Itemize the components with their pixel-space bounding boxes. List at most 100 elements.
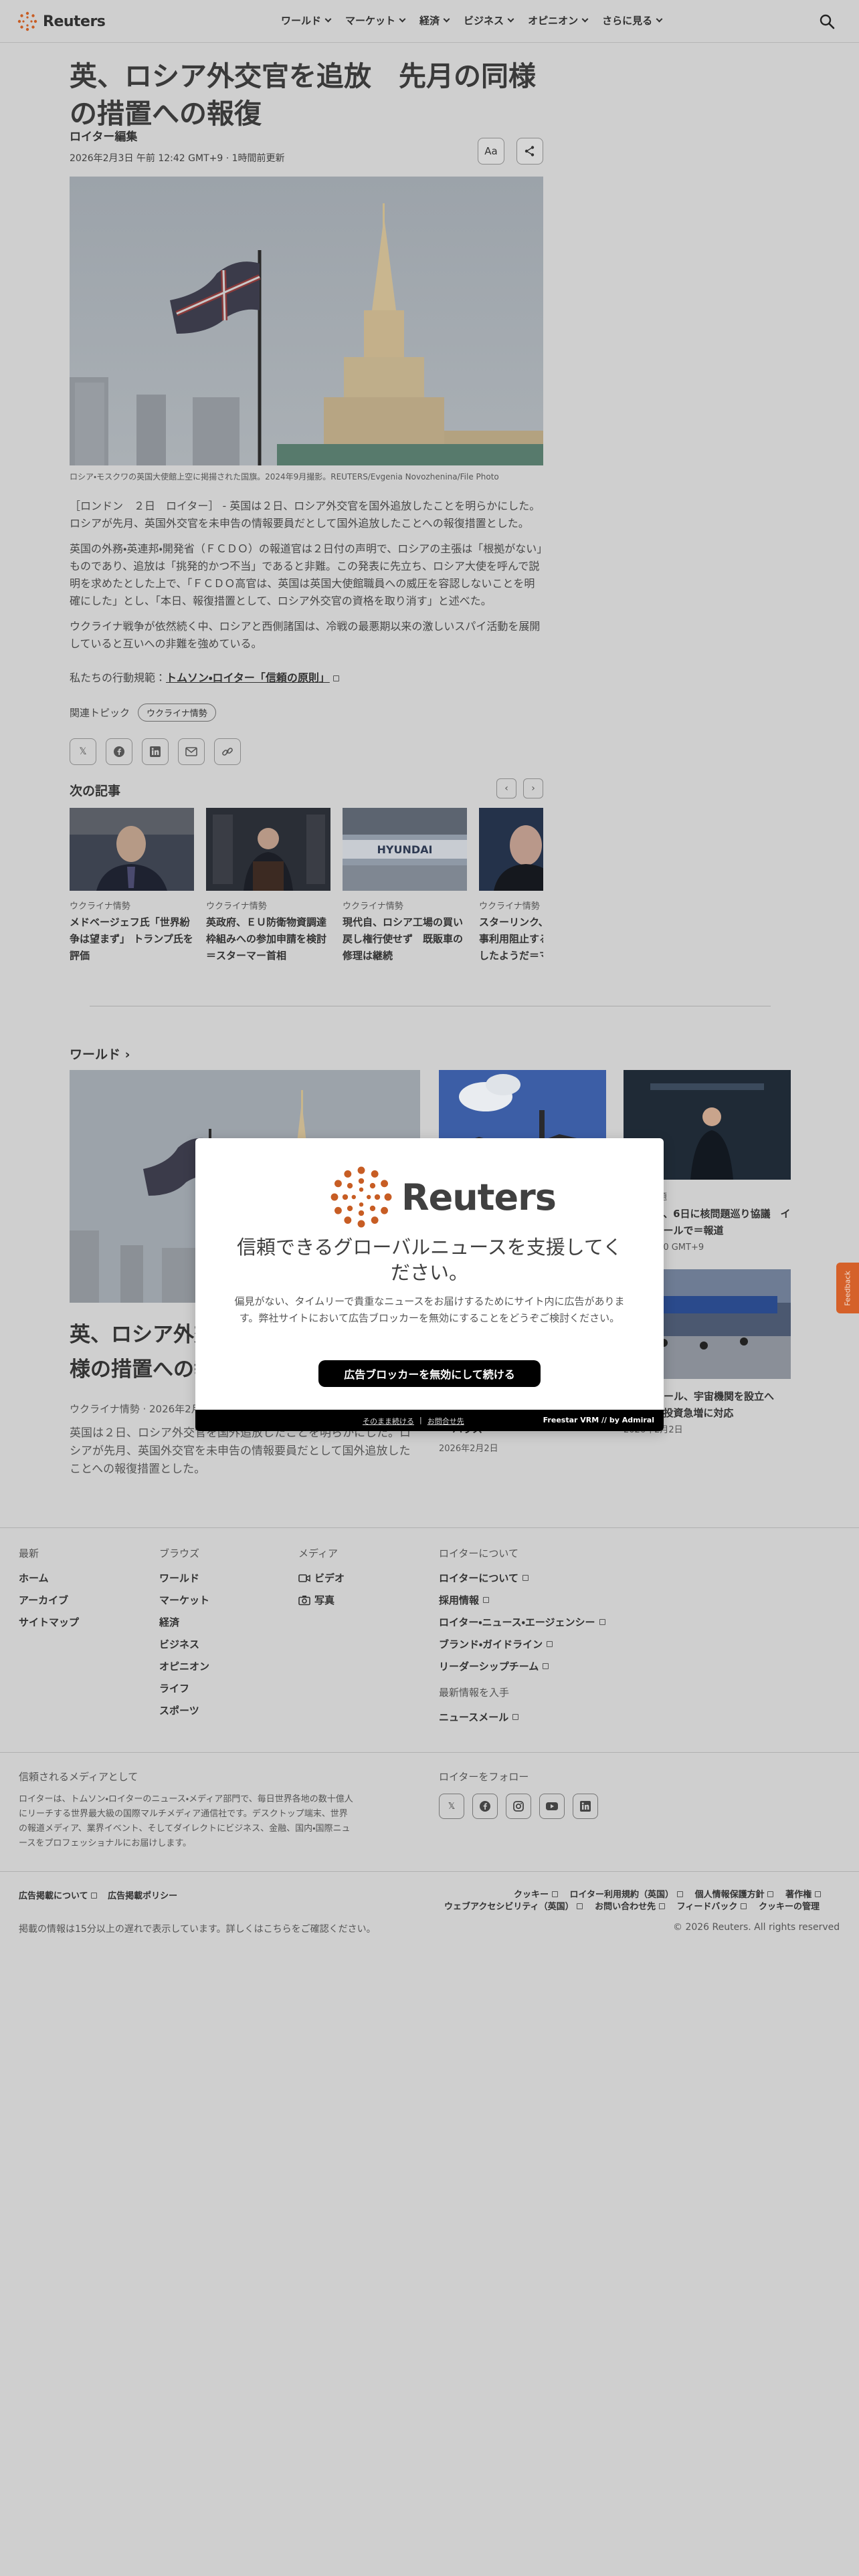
follow-heading: ロイターをフォロー xyxy=(439,1771,529,1783)
footer-link[interactable]: サイトマップ xyxy=(19,1615,79,1629)
share-x-button[interactable]: 𝕏 xyxy=(70,738,96,765)
footer-link[interactable]: ビジネス xyxy=(159,1637,209,1651)
world-main-description: 英国は２日、ロシア外交官を国外追放したことを明らかにした。ロシアが先月、英国外交… xyxy=(70,1426,411,1476)
footer-link[interactable]: ニュースメール xyxy=(439,1710,605,1724)
external-link-icon xyxy=(91,1893,98,1899)
footer-link[interactable]: マーケット xyxy=(159,1593,209,1607)
legal-link[interactable]: お問い合わせ先 xyxy=(595,1899,665,1912)
story-title: メドベージェフ氏「世界紛争は望まず」 トランプ氏を評価 xyxy=(70,916,193,962)
article-byline[interactable]: ロイター編集 xyxy=(70,127,137,144)
follow-linkedin-button[interactable] xyxy=(573,1794,598,1819)
carousel-prev-button[interactable]: ‹ xyxy=(496,778,516,798)
share-email-button[interactable] xyxy=(178,738,205,765)
footer-link-label: 採用情報 xyxy=(439,1594,480,1606)
search-icon[interactable] xyxy=(819,13,835,29)
nav-opinion[interactable]: オピニオン xyxy=(528,13,589,27)
share-linkedin-button[interactable] xyxy=(142,738,169,765)
video-icon xyxy=(298,1574,310,1582)
footer-link[interactable]: 経済 xyxy=(159,1615,209,1629)
legal-link[interactable]: フィードバック xyxy=(677,1899,747,1912)
modal-title: 信頼できるグローバルニュースを支援してください。 xyxy=(237,1236,622,1284)
footer-latest: 最新 ホーム アーカイブ サイトマップ xyxy=(19,1546,79,1637)
copy-link-button[interactable] xyxy=(214,738,241,765)
share-icon xyxy=(524,146,535,156)
story-card[interactable]: ウクライナ情勢 スターリンク、ロシアの軍事利用阻止する措置が機能したようだ＝マス… xyxy=(479,808,543,968)
story-thumbnail xyxy=(206,808,330,891)
legal-link[interactable]: ロイター利用規約（英国） xyxy=(570,1887,683,1900)
footer-link[interactable]: ワールド xyxy=(159,1571,209,1585)
footer-link-label: ビデオ xyxy=(314,1572,345,1584)
next-stories-title: 次の記事 xyxy=(70,784,121,798)
footer-link-label: ブランド・ガイドライン xyxy=(439,1638,543,1650)
nav-economy[interactable]: 経済 xyxy=(419,13,450,27)
chevron-right-icon: › xyxy=(124,1047,130,1062)
story-card[interactable]: HYUNDAI ウクライナ情勢 現代自、ロシア工場の買い戻し権行使せず 既販車の… xyxy=(343,808,467,968)
share-row: 𝕏 xyxy=(70,738,241,765)
footer-link[interactable]: ブランド・ガイドライン xyxy=(439,1637,605,1651)
carousel-next-button[interactable]: › xyxy=(523,778,543,798)
continue-anyway-link[interactable]: そのまま続ける xyxy=(363,1416,414,1426)
instagram-icon xyxy=(513,1801,524,1812)
follow-x-button[interactable]: 𝕏 xyxy=(439,1794,464,1819)
text-size-label: Aa xyxy=(484,145,498,157)
footer-heading: ブラウズ xyxy=(159,1547,200,1560)
nav-more[interactable]: さらに見る xyxy=(602,13,663,27)
modal-footer: そのまま続ける | お問合せ先 Freestar VRM // by Admir… xyxy=(195,1410,664,1431)
world-section-title[interactable]: ワールド › xyxy=(70,1045,130,1063)
footer-link[interactable]: スポーツ xyxy=(159,1703,209,1717)
text-size-button[interactable]: Aa xyxy=(478,138,504,165)
nav-world[interactable]: ワールド xyxy=(281,13,332,27)
copyright: © 2026 Reuters. All rights reserved xyxy=(673,1922,840,1933)
legal-link[interactable]: 個人情報保護方針 xyxy=(695,1887,774,1900)
nav-business[interactable]: ビジネス xyxy=(464,13,514,27)
follow-instagram-button[interactable] xyxy=(506,1794,531,1819)
disable-adblock-button[interactable]: 広告ブロッカーを無効にして続ける xyxy=(318,1360,541,1387)
legal-link[interactable]: クッキー xyxy=(514,1887,558,1900)
story-title: 現代自、ロシア工場の買い戻し権行使せず 既販車の修理は継続 xyxy=(343,916,464,962)
follow-youtube-button[interactable] xyxy=(539,1794,565,1819)
trusted-body: ロイターは、トムソン・ロイターのニュース・メディア部門で、毎日世界各地の数十億人… xyxy=(19,1794,353,1848)
footer-link[interactable]: 採用情報 xyxy=(439,1593,605,1607)
legal-link[interactable]: ウェブアクセシビリティ（英国） xyxy=(444,1899,583,1912)
reuters-logo[interactable]: Reuters xyxy=(17,11,106,32)
story-title: 英政府、ＥＵ防衛物資調達枠組みへの参加申請を検討＝スターマー首相 xyxy=(206,916,327,962)
footer-link[interactable]: ライフ xyxy=(159,1681,209,1695)
modal-body: 偏見がない、タイムリーで貴重なニュースをお届けするためにサイト内に広告があります… xyxy=(234,1295,625,1324)
legal-link[interactable]: クッキーの管理 xyxy=(759,1899,820,1912)
nav-markets[interactable]: マーケット xyxy=(345,13,406,27)
share-button[interactable] xyxy=(516,138,543,165)
chevron-down-icon xyxy=(656,15,663,23)
footer-link[interactable]: ロイター・ニュース・エージェンシー xyxy=(439,1615,605,1629)
contact-link[interactable]: お問合せ先 xyxy=(427,1416,464,1426)
story-title: スターリンク、ロシアの軍事利用阻止する措置が機能したようだ＝マスク氏 xyxy=(479,916,543,962)
story-card[interactable]: ウクライナ情勢 英政府、ＥＵ防衛物資調達枠組みへの参加申請を検討＝スターマー首相 xyxy=(206,808,330,968)
footer-link[interactable]: オピニオン xyxy=(159,1659,209,1673)
footer-link-photos[interactable]: 写真 xyxy=(298,1593,345,1607)
article-paragraph: ウクライナ戦争が依然続く中、ロシアと西側諸国は、冷戦の最悪期以来の激しいスパイ活… xyxy=(70,620,541,650)
legal-link[interactable]: 広告掲載について xyxy=(19,1889,98,1901)
youtube-icon xyxy=(546,1802,558,1810)
article-paragraph: 英国の外務・英連邦・開発省（ＦＣＤＯ）の報道官は２日付の声明で、ロシアの主張は「… xyxy=(70,542,543,607)
footer-link[interactable]: ホーム xyxy=(19,1571,79,1585)
footer-link-video[interactable]: ビデオ xyxy=(298,1571,345,1585)
follow-facebook-button[interactable] xyxy=(472,1794,498,1819)
story-tag: ウクライナ情勢 xyxy=(343,901,403,911)
story-tag: ウクライナ情勢 xyxy=(479,901,540,911)
footer-heading: ロイターについて xyxy=(439,1547,518,1560)
story-card[interactable]: ウクライナ情勢 メドベージェフ氏「世界紛争は望まず」 トランプ氏を評価 xyxy=(70,808,194,968)
trust-principles-link[interactable]: トムソン・ロイター「信頼の原則」 xyxy=(166,671,330,684)
share-facebook-button[interactable] xyxy=(106,738,132,765)
footer-about: ロイターについて ロイターについて 採用情報 ロイター・ニュース・エージェンシー… xyxy=(439,1546,605,1732)
footer-link[interactable]: ロイターについて xyxy=(439,1571,605,1585)
legal-link[interactable]: 広告掲載ポリシー xyxy=(108,1889,177,1901)
topic-chip[interactable]: ウクライナ情勢 xyxy=(138,704,216,722)
story-thumbnail: HYUNDAI xyxy=(343,808,467,891)
footer-link[interactable]: リーダーシップチーム xyxy=(439,1659,605,1673)
footer-link-label: ロイターについて xyxy=(439,1572,518,1584)
legal-link[interactable]: 著作権 xyxy=(785,1887,821,1900)
footer-link-label: 写真 xyxy=(314,1594,335,1606)
feedback-tab[interactable]: Feedback xyxy=(836,1263,859,1313)
separator: | xyxy=(419,1416,422,1424)
footer-link[interactable]: アーカイブ xyxy=(19,1593,79,1607)
legal-link-label: 著作権 xyxy=(785,1890,812,1900)
